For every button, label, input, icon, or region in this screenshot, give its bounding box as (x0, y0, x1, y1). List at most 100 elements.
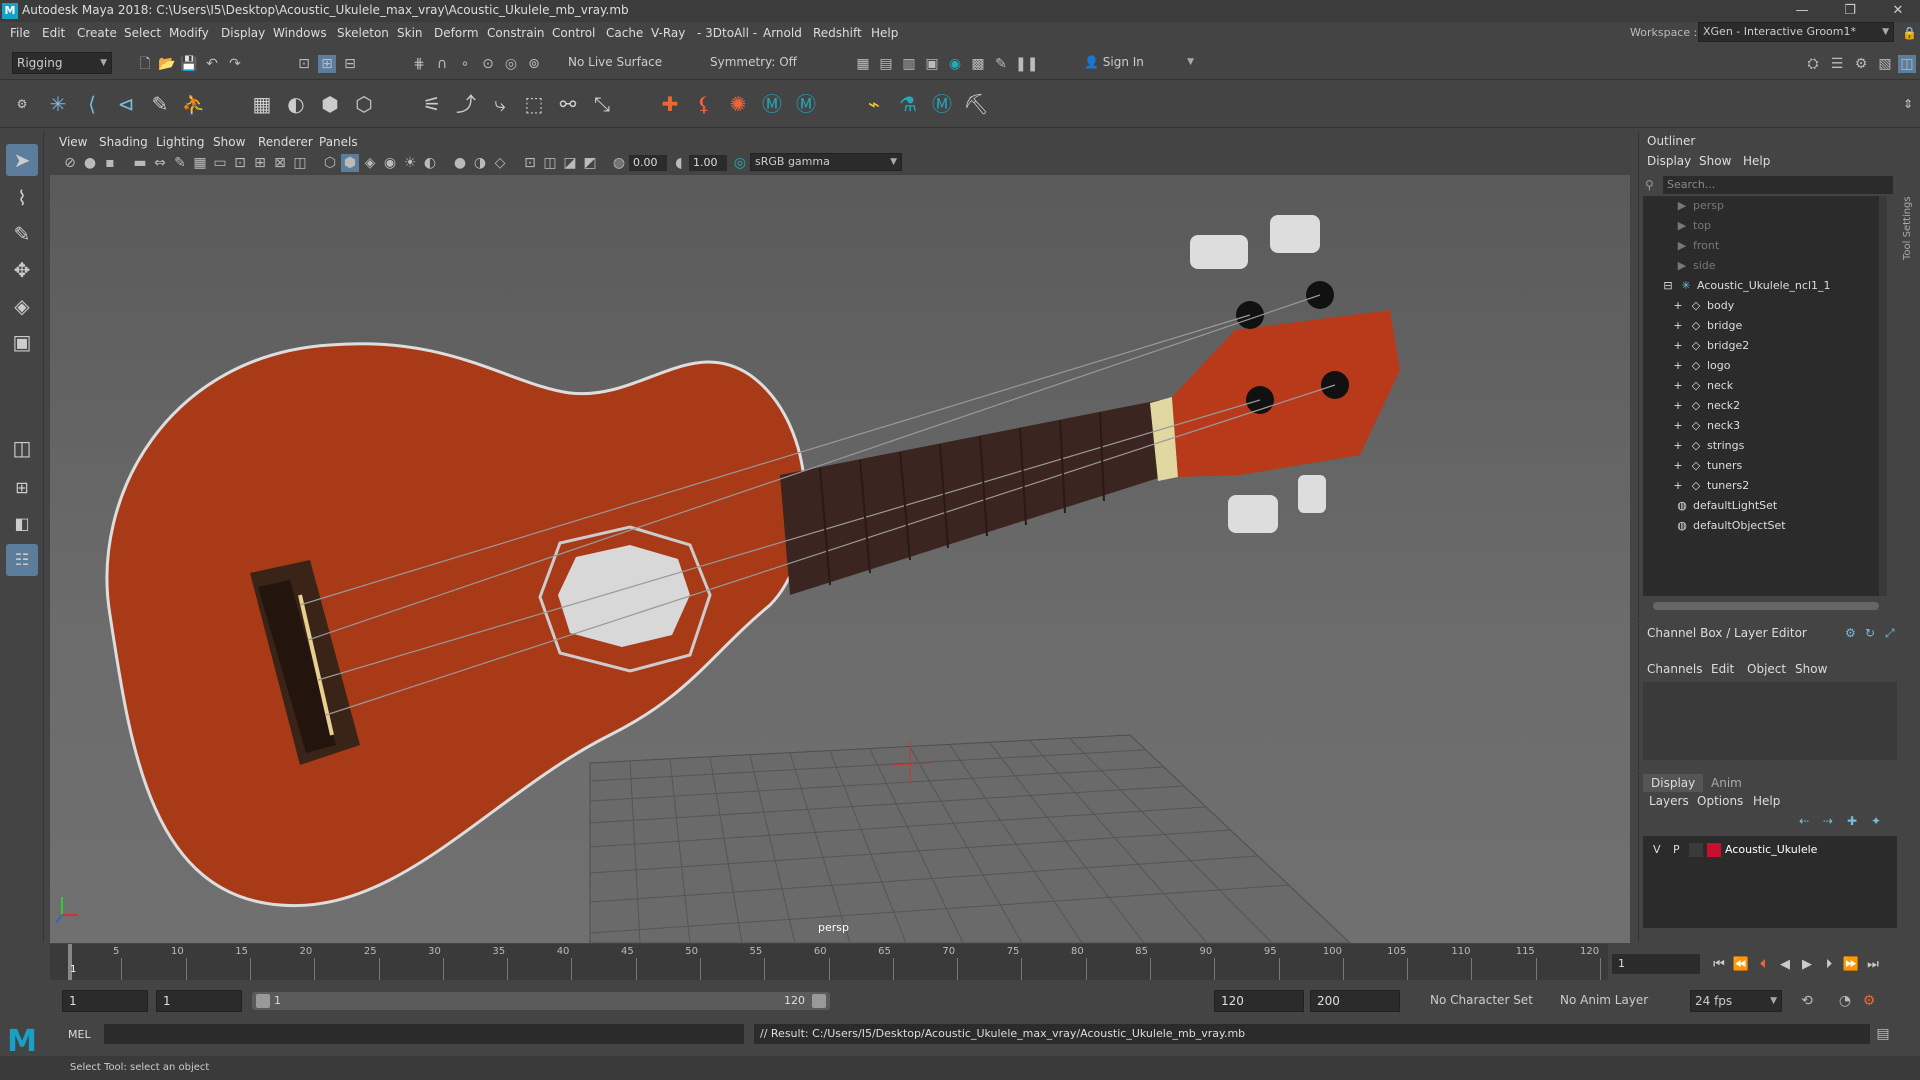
channel-box-refresh-icon[interactable]: ↻ (1865, 626, 1875, 640)
go-to-end-icon[interactable]: ⏭ (1864, 956, 1882, 974)
interactive-bind-icon[interactable]: ⬡ (350, 90, 378, 118)
vray-render-icon[interactable]: ▩ (969, 55, 987, 73)
animation-prefs-icon[interactable]: ⚙ (1860, 992, 1878, 1010)
outliner-item-tuners2[interactable]: + ◇ tuners2 (1671, 476, 1749, 496)
expand-icon[interactable]: + (1671, 476, 1685, 496)
four-view-icon[interactable]: ⊞ (6, 472, 38, 504)
textured-icon[interactable]: ◉ (381, 154, 399, 172)
menu-windows[interactable]: Windows (273, 26, 327, 40)
layer-color-swatch[interactable] (1707, 843, 1721, 857)
pause-icon[interactable]: ❚❚ (1015, 55, 1038, 73)
xray-joints-icon[interactable]: ◪ (561, 154, 579, 172)
close-button[interactable]: ✕ (1878, 0, 1918, 22)
playback-end-field[interactable]: 120 (1214, 990, 1304, 1012)
menu-control[interactable]: Control (552, 26, 595, 40)
menu-create[interactable]: Create (77, 26, 117, 40)
2d-pan-zoom-icon[interactable]: ⇔ (151, 154, 169, 172)
snap-view-icon[interactable]: ⊙ (479, 55, 497, 73)
range-slider[interactable]: 1 120 (252, 992, 830, 1010)
wireframe-on-shaded-icon[interactable]: ◈ (361, 154, 379, 172)
fps-select[interactable]: 24 fps ▼ (1690, 990, 1782, 1012)
attribute-editor-icon[interactable]: ☰ (1828, 55, 1846, 73)
snap-curve-icon[interactable]: ∩ (433, 55, 451, 73)
layer-name[interactable]: Acoustic_Ukulele (1725, 843, 1817, 856)
render-view-icon[interactable]: ▤ (877, 55, 895, 73)
camera-attributes-icon[interactable]: ● (81, 154, 99, 172)
range-start-handle[interactable] (256, 994, 270, 1008)
gamma-icon[interactable]: ◖ (670, 154, 688, 172)
layer-visibility-toggle[interactable]: V (1653, 843, 1661, 856)
outliner-item-persp[interactable]: ▶ persp (1675, 196, 1724, 216)
vray-ipr-icon[interactable]: ✎ (992, 55, 1010, 73)
script-editor-icon[interactable]: ▤ (1874, 1025, 1892, 1043)
paint-weights-icon[interactable]: ⬢ (316, 90, 344, 118)
menu-constrain[interactable]: Constrain (487, 26, 545, 40)
modeling-toolkit-icon[interactable]: ⛭ (1804, 55, 1822, 73)
anti-aliasing-icon[interactable]: ◇ (491, 154, 509, 172)
outliner-item-bridge2[interactable]: + ◇ bridge2 (1671, 336, 1749, 356)
step-back-key-icon[interactable]: ⏪ (1732, 956, 1750, 974)
menu-edit[interactable]: Edit (42, 26, 65, 40)
expand-icon[interactable]: + (1671, 316, 1685, 336)
pose-tool-icon[interactable]: ⛏ (962, 90, 990, 118)
perspective-viewport[interactable]: persp (50, 175, 1630, 944)
outliner-item-default-object-set[interactable]: ◍ defaultObjectSet (1675, 516, 1785, 536)
lock-icon[interactable]: 🔒 (1902, 26, 1917, 40)
outliner-toggle-icon[interactable]: ◫ (1898, 55, 1916, 73)
channel-menu-show[interactable]: Show (1795, 662, 1827, 676)
step-back-frame-icon[interactable]: ⏴ (1754, 956, 1772, 974)
step-forward-frame-icon[interactable]: ⏵ (1820, 956, 1838, 974)
anim-layer-select[interactable]: No Anim Layer (1556, 990, 1662, 1012)
menuset-select[interactable]: Rigging ▼ (12, 52, 112, 74)
outliner-item-front[interactable]: ▶ front (1675, 236, 1719, 256)
dope-sheet-icon[interactable]: Ⓜ (928, 90, 956, 118)
humanik-icon[interactable]: ⛹ (180, 90, 208, 118)
outliner-item-body[interactable]: + ◇ body (1671, 296, 1734, 316)
joint-tool-icon[interactable]: ✳ (44, 90, 72, 118)
time-slider[interactable]: 1 5 10 15 20 25 30 35 40 45 50 55 60 65 70 75 80 85 90 95 1… (50, 944, 1608, 980)
expand-icon[interactable]: + (1671, 416, 1685, 436)
sculpt-deformer-icon[interactable]: ⚯ (554, 90, 582, 118)
expand-icon[interactable]: + (1671, 436, 1685, 456)
channel-box-settings-icon[interactable]: ⚙ (1845, 626, 1856, 640)
layer-menu-options[interactable]: Options (1697, 794, 1743, 808)
snap-grid-icon[interactable]: ⋕ (410, 55, 428, 73)
gate-mask-icon[interactable]: ⊞ (251, 154, 269, 172)
viewport-menu-lighting[interactable]: Lighting (156, 135, 205, 149)
blend-shape-icon[interactable]: ⬚ (520, 90, 548, 118)
layer-menu-help[interactable]: Help (1753, 794, 1780, 808)
outliner-item-neck2[interactable]: + ◇ neck2 (1671, 396, 1740, 416)
select-object-icon[interactable]: ⊞ (318, 55, 336, 73)
bookmark-icon[interactable]: ▪ (101, 154, 119, 172)
viewport-menu-shading[interactable]: Shading (99, 135, 148, 149)
workspace-select[interactable]: XGen - Interactive Groom1* ▼ (1698, 22, 1894, 42)
paint-select-icon[interactable]: ✎ (6, 218, 38, 250)
motion-blur-icon[interactable]: ◑ (471, 154, 489, 172)
channel-box-area[interactable] (1643, 682, 1897, 760)
exposure-field[interactable]: 0.00 (629, 155, 667, 171)
minimize-button[interactable]: — (1782, 0, 1822, 22)
ambient-occlusion-icon[interactable]: ● (451, 154, 469, 172)
menu-deform[interactable]: Deform (434, 26, 479, 40)
shelf-scroll-icon[interactable]: ⇕ (1894, 90, 1920, 118)
smooth-shade-icon[interactable]: ⬢ (341, 154, 359, 172)
menu-3dtoall[interactable]: - 3DtoAll - (697, 26, 757, 40)
select-component-icon[interactable]: ⊟ (341, 55, 359, 73)
xray-icon[interactable]: ◫ (541, 154, 559, 172)
playback-start-field[interactable]: 1 (156, 990, 242, 1012)
auto-key-icon[interactable]: ◔ (1836, 992, 1854, 1010)
layer-playback-toggle[interactable]: P (1673, 843, 1680, 856)
menu-file[interactable]: File (10, 26, 30, 40)
outliner-item-tuners[interactable]: + ◇ tuners (1671, 456, 1742, 476)
safe-action-icon[interactable]: ◫ (291, 154, 309, 172)
play-backwards-icon[interactable]: ◀ (1776, 956, 1794, 974)
insert-joint-icon[interactable]: ✎ (146, 90, 174, 118)
channel-menu-object[interactable]: Object (1747, 662, 1786, 676)
render-icon[interactable]: ▦ (854, 55, 872, 73)
move-tool-icon[interactable]: ✥ (6, 254, 38, 286)
shadows-icon[interactable]: ◐ (421, 154, 439, 172)
menu-redshift[interactable]: Redshift (813, 26, 862, 40)
command-language-toggle[interactable]: MEL (68, 1028, 91, 1041)
parent-constraint-icon[interactable]: Ⓜ (758, 90, 786, 118)
layer-move-down-icon[interactable]: ⇢ (1823, 814, 1833, 828)
